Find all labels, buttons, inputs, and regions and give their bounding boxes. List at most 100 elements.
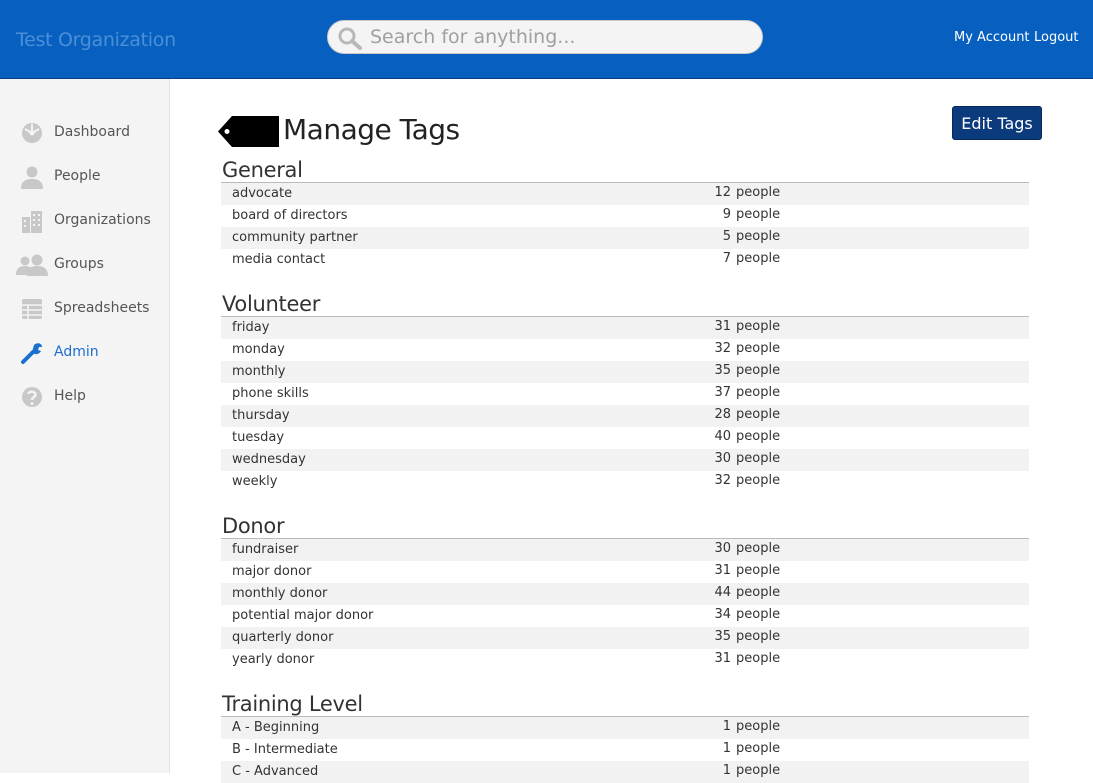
tag-icon bbox=[218, 116, 279, 147]
tag-name[interactable]: weekly bbox=[232, 474, 277, 489]
tag-count: 32 bbox=[714, 341, 731, 356]
tag-unit: people bbox=[736, 407, 781, 422]
sidebar-item-groups[interactable]: Groups bbox=[0, 247, 169, 283]
tag-name[interactable]: media contact bbox=[232, 252, 325, 267]
tag-unit: people bbox=[736, 185, 781, 200]
tag-name[interactable]: major donor bbox=[232, 564, 311, 579]
tag-name[interactable]: quarterly donor bbox=[232, 630, 333, 645]
tag-name[interactable]: thursday bbox=[232, 408, 290, 423]
table-row[interactable]: media contact 7 people bbox=[221, 249, 1029, 271]
tag-section-training-level: Training Level A - Beginning 1 people B … bbox=[221, 691, 1029, 783]
tag-name[interactable]: potential major donor bbox=[232, 608, 373, 623]
tag-unit: people bbox=[736, 251, 781, 266]
tag-unit: people bbox=[736, 229, 781, 244]
tag-unit: people bbox=[736, 451, 781, 466]
table-row[interactable]: phone skills 37 people bbox=[221, 383, 1029, 405]
sidebar-item-help[interactable]: Help bbox=[0, 379, 169, 415]
table-row[interactable]: B - Intermediate 1 people bbox=[221, 739, 1029, 761]
tag-count: 31 bbox=[714, 563, 731, 578]
tag-name[interactable]: monthly donor bbox=[232, 586, 327, 601]
tag-unit: people bbox=[736, 207, 781, 222]
org-name[interactable]: Test Organization bbox=[16, 29, 176, 51]
tag-unit: people bbox=[736, 563, 781, 578]
tag-name[interactable]: A - Beginning bbox=[232, 720, 319, 735]
tag-count: 1 bbox=[722, 719, 731, 734]
sidebar-item-people[interactable]: People bbox=[0, 159, 169, 195]
building-icon bbox=[22, 211, 42, 233]
tag-name[interactable]: monday bbox=[232, 342, 285, 357]
tag-unit: people bbox=[736, 473, 781, 488]
tag-name[interactable]: advocate bbox=[232, 186, 292, 201]
tag-name[interactable]: community partner bbox=[232, 230, 358, 245]
tag-unit: people bbox=[736, 541, 781, 556]
table-row[interactable]: board of directors 9 people bbox=[221, 205, 1029, 227]
tag-name[interactable]: monthly bbox=[232, 364, 286, 379]
tag-section-donor: Donor fundraiser 30 people major donor 3… bbox=[221, 513, 1029, 671]
table-row[interactable]: fundraiser 30 people bbox=[221, 539, 1029, 561]
sidebar-item-label: Dashboard bbox=[54, 124, 130, 140]
tag-count: 30 bbox=[714, 451, 731, 466]
tag-unit: people bbox=[736, 741, 781, 756]
table-row[interactable]: wednesday 30 people bbox=[221, 449, 1029, 471]
table-row[interactable]: quarterly donor 35 people bbox=[221, 627, 1029, 649]
table-row[interactable]: tuesday 40 people bbox=[221, 427, 1029, 449]
logout-link[interactable]: Logout bbox=[1034, 30, 1079, 45]
sidebar-item-label: Organizations bbox=[54, 212, 151, 228]
tag-count: 7 bbox=[722, 251, 731, 266]
search-box[interactable] bbox=[327, 20, 763, 54]
sidebar-item-dashboard[interactable]: Dashboard bbox=[0, 115, 169, 151]
table-row[interactable]: monthly donor 44 people bbox=[221, 583, 1029, 605]
person-icon bbox=[21, 166, 43, 189]
table-row[interactable]: potential major donor 34 people bbox=[221, 605, 1029, 627]
search-input[interactable] bbox=[370, 25, 750, 49]
tag-count: 1 bbox=[722, 763, 731, 778]
tag-name[interactable]: phone skills bbox=[232, 386, 309, 401]
table-row[interactable]: community partner 5 people bbox=[221, 227, 1029, 249]
sidebar-item-organizations[interactable]: Organizations bbox=[0, 203, 169, 239]
tag-count: 35 bbox=[714, 629, 731, 644]
help-icon bbox=[22, 387, 42, 407]
tag-name[interactable]: B - Intermediate bbox=[232, 742, 338, 757]
section-title: Training Level bbox=[221, 691, 1029, 717]
table-row[interactable]: thursday 28 people bbox=[221, 405, 1029, 427]
table-row[interactable]: weekly 32 people bbox=[221, 471, 1029, 493]
tag-name[interactable]: friday bbox=[232, 320, 269, 335]
table-row[interactable]: yearly donor 31 people bbox=[221, 649, 1029, 671]
tag-count: 40 bbox=[714, 429, 731, 444]
search-icon bbox=[338, 27, 362, 50]
tag-count: 31 bbox=[714, 651, 731, 666]
section-title: Volunteer bbox=[221, 291, 1029, 317]
tag-name[interactable]: C - Advanced bbox=[232, 764, 318, 779]
tag-unit: people bbox=[736, 585, 781, 600]
table-row[interactable]: A - Beginning 1 people bbox=[221, 717, 1029, 739]
tag-name[interactable]: tuesday bbox=[232, 430, 284, 445]
sidebar-item-label: People bbox=[54, 168, 101, 184]
group-icon bbox=[16, 254, 48, 276]
tag-name[interactable]: wednesday bbox=[232, 452, 306, 467]
my-account-link[interactable]: My Account bbox=[954, 30, 1030, 45]
top-header: Test Organization My Account Logout bbox=[0, 0, 1093, 79]
wrench-icon bbox=[21, 343, 42, 364]
tag-name[interactable]: yearly donor bbox=[232, 652, 314, 667]
tag-name[interactable]: fundraiser bbox=[232, 542, 298, 557]
tag-count: 12 bbox=[714, 185, 731, 200]
table-row[interactable]: monday 32 people bbox=[221, 339, 1029, 361]
sidebar-item-spreadsheets[interactable]: Spreadsheets bbox=[0, 291, 169, 327]
table-row[interactable]: advocate 12 people bbox=[221, 183, 1029, 205]
tag-unit: people bbox=[736, 763, 781, 778]
table-row[interactable]: major donor 31 people bbox=[221, 561, 1029, 583]
tag-unit: people bbox=[736, 629, 781, 644]
tag-count: 37 bbox=[714, 385, 731, 400]
tag-unit: people bbox=[736, 385, 781, 400]
table-row[interactable]: friday 31 people bbox=[221, 317, 1029, 339]
table-row[interactable]: C - Advanced 1 people bbox=[221, 761, 1029, 783]
table-row[interactable]: monthly 35 people bbox=[221, 361, 1029, 383]
tag-count: 28 bbox=[714, 407, 731, 422]
tag-count: 31 bbox=[714, 319, 731, 334]
sidebar-item-label: Spreadsheets bbox=[54, 300, 150, 316]
edit-tags-button[interactable]: Edit Tags bbox=[952, 106, 1042, 140]
sidebar-item-admin[interactable]: Admin bbox=[0, 335, 169, 371]
tag-unit: people bbox=[736, 429, 781, 444]
sidebar-item-label: Help bbox=[54, 388, 86, 404]
tag-name[interactable]: board of directors bbox=[232, 208, 348, 223]
